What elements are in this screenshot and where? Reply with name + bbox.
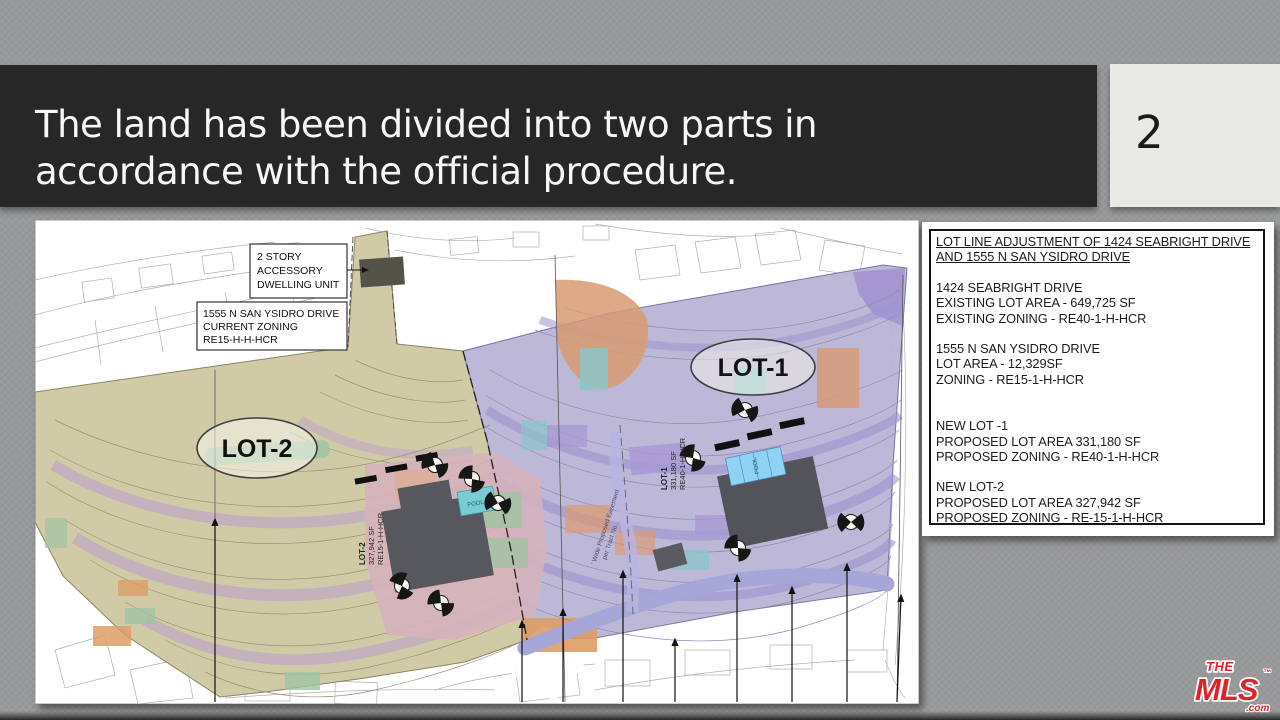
mls-logo-mls: MLS [1195,672,1259,707]
new-lot1-area: PROPOSED LOT AREA 331,180 SF [936,434,1258,449]
svg-text:LOT-1: LOT-1 [718,354,789,382]
ysidro-address: 1555 N SAN YSIDRO DRIVE [936,341,1258,356]
lot-adjustment-text: LOT LINE ADJUSTMENT OF 1424 SEABRIGHT DR… [929,229,1265,525]
mls-logo-tm: ™ [1263,668,1271,677]
new-lot2-zoning: PROPOSED ZONING - RE-15-1-H-HCR [936,510,1258,525]
svg-text:ACCESSORY: ACCESSORY [257,265,323,277]
presentation-slide: The land has been divided into two parts… [0,0,1280,720]
svg-text:LOT-2: LOT-2 [222,435,293,463]
mls-logo: THE MLS ™ .com [1189,653,1279,715]
zoning-callout: 1555 N SAN YSIDRO DRIVE CURRENT ZONING R… [197,302,347,350]
svg-text:RE15-H-H-HCR: RE15-H-H-HCR [203,334,278,346]
svg-text:331,180 SF: 331,180 SF [669,451,678,490]
lot-adjustment-panel: LOT LINE ADJUSTMENT OF 1424 SEABRIGHT DR… [922,222,1274,536]
new-lot1-zoning: PROPOSED ZONING - RE40-1-H-HCR [936,449,1258,464]
panel-heading-line-1: LOT LINE ADJUSTMENT OF 1424 SEABRIGHT DR… [936,234,1258,249]
slide-title-line-2: accordance with the official procedure. [35,148,817,195]
svg-text:2 STORY: 2 STORY [257,251,302,263]
svg-text:CURRENT ZONING: CURRENT ZONING [203,321,298,333]
ysidro-lot-area: LOT AREA - 12,329SF [936,356,1258,371]
title-bar: The land has been divided into two parts… [0,65,1097,207]
ysidro-zoning: ZONING - RE15-1-H-HCR [936,372,1258,387]
site-plan-map: POOL POOL [35,220,919,704]
seabright-lot-area: EXISTING LOT AREA - 649,725 SF [936,295,1258,310]
slide-title: The land has been divided into two parts… [35,101,817,195]
panel-heading-line-2: AND 1555 N SAN YSIDRO DRIVE [936,249,1258,264]
site-plan-drawing: POOL POOL [35,220,919,704]
svg-text:RE40-1-H-HCR: RE40-1-H-HCR [678,437,687,490]
slide-title-line-1: The land has been divided into two parts… [35,101,817,148]
svg-text:LOT-1: LOT-1 [660,467,669,490]
svg-text:1555 N SAN YSIDRO DRIVE: 1555 N SAN YSIDRO DRIVE [203,308,339,320]
page-number: 2 [1135,108,1164,158]
svg-text:327,942 SF: 327,942 SF [367,526,376,565]
svg-text:LOT-2: LOT-2 [358,542,367,565]
seabright-zoning: EXISTING ZONING - RE40-1-H-HCR [936,311,1258,326]
lot2-ellipse-label: LOT-2 [197,418,317,478]
lot1-ellipse-label: LOT-1 [691,339,815,395]
svg-text:RE15-1-H-HCR: RE15-1-H-HCR [376,512,385,565]
mls-logo-graphic: THE MLS ™ .com [1189,653,1279,715]
svg-text:DWELLING UNIT: DWELLING UNIT [257,279,340,291]
bottom-shadow [0,711,1280,720]
new-lot1-title: NEW LOT -1 [936,418,1258,433]
adu-building [359,256,405,287]
seabright-address: 1424 SEABRIGHT DRIVE [936,280,1258,295]
new-lot2-title: NEW LOT-2 [936,479,1258,494]
page-number-box: 2 [1110,64,1280,207]
new-lot2-area: PROPOSED LOT AREA 327,942 SF [936,495,1258,510]
